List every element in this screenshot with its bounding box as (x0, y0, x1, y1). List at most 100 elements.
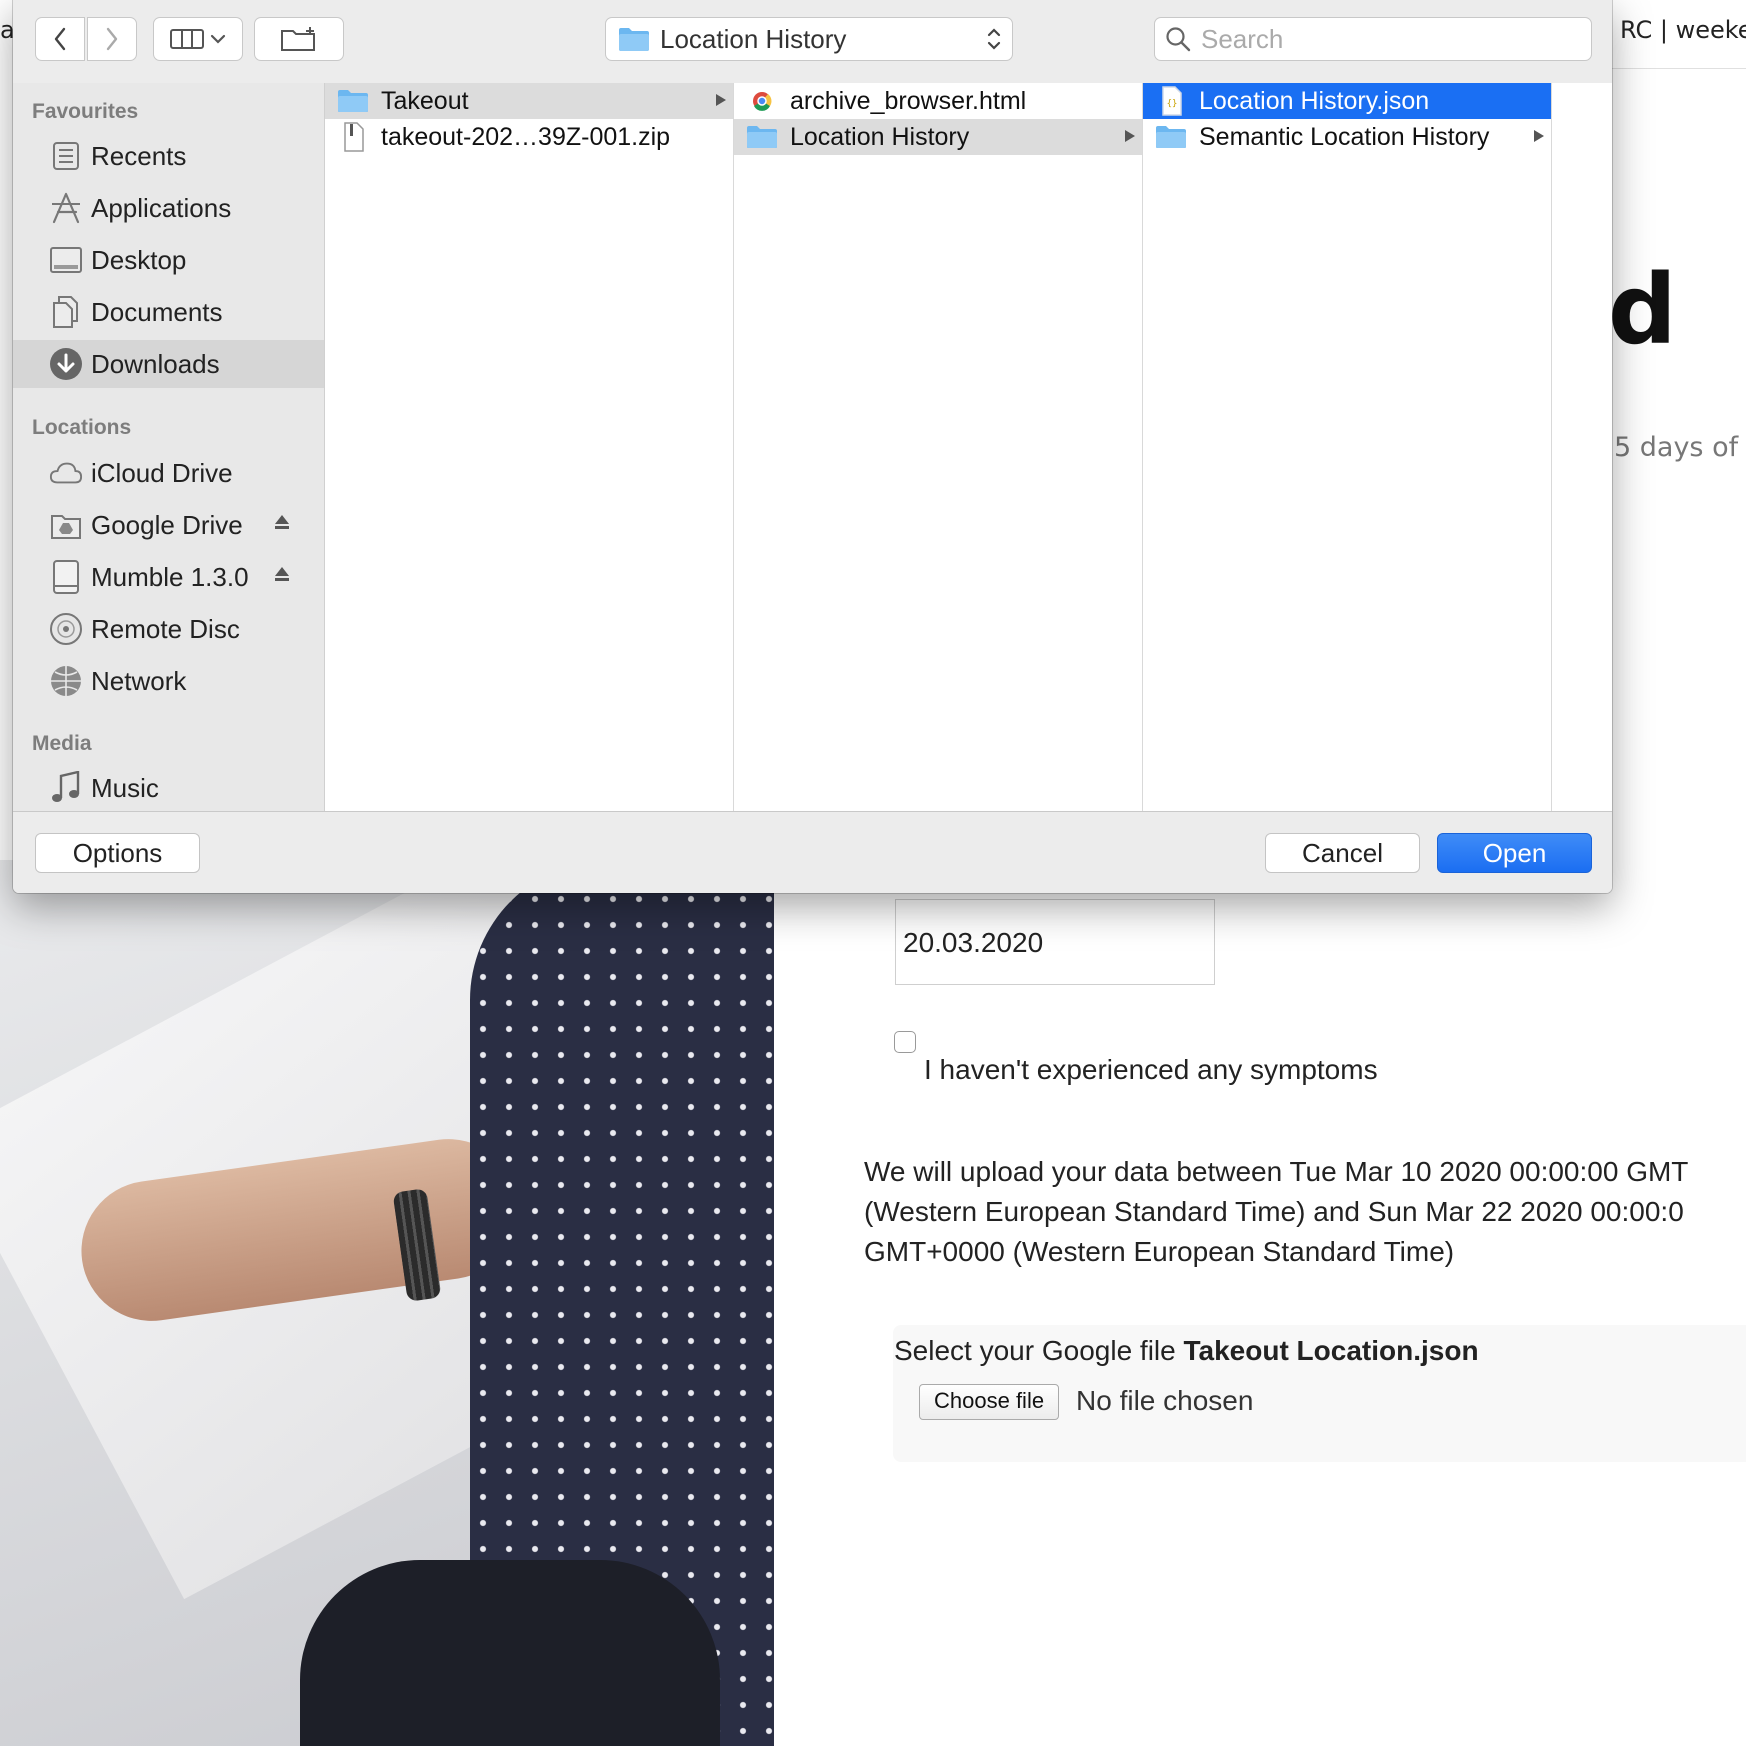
new-folder-button[interactable] (254, 17, 344, 61)
sidebar-item-label: Downloads (91, 348, 220, 379)
favourites-header: Favourites (32, 100, 139, 123)
hero-photo (0, 860, 774, 1746)
no-symptoms-checkbox[interactable] (894, 1031, 916, 1053)
up-down-chevron-icon (987, 28, 1001, 50)
sidebar-item-mumble[interactable]: Mumble 1.3.0 (13, 553, 324, 601)
sidebar-item-label: Documents (91, 296, 223, 327)
sidebar-item-music[interactable]: Music (13, 764, 324, 811)
no-symptoms-label: I haven't experienced any symptoms (924, 1054, 1378, 1085)
open-button[interactable]: Open (1437, 833, 1592, 873)
sidebar-item-icloud-drive[interactable]: iCloud Drive (13, 449, 324, 497)
folder-icon (338, 90, 368, 112)
sidebar-item-label: Network (91, 665, 187, 696)
forward-button[interactable] (87, 17, 137, 61)
chevron-right-icon (106, 27, 118, 51)
network-icon (49, 664, 83, 698)
sidebar-item-label: Google Drive (91, 509, 243, 540)
list-item-name: Location History.json (1199, 86, 1430, 115)
sidebar-item-desktop[interactable]: Desktop (13, 236, 324, 284)
sidebar-item-label: iCloud Drive (91, 457, 233, 488)
zip-file-icon (344, 122, 364, 152)
dialog-sidebar: Favourites Recents Applications Desktop … (13, 83, 325, 811)
disclosure-arrow-icon (1534, 130, 1544, 142)
sidebar-item-documents[interactable]: Documents (13, 288, 324, 336)
folder-icon (747, 126, 777, 148)
cloud-icon (49, 456, 83, 490)
sidebar-item-label: Recents (91, 140, 187, 171)
options-button[interactable]: Options (35, 833, 200, 873)
list-item-name: archive_browser.html (790, 86, 1027, 115)
dialog-toolbar: Location History (13, 0, 1612, 84)
list-item-location-history-folder[interactable]: Location History (734, 119, 1142, 155)
sidebar-item-label: Desktop (91, 244, 187, 275)
no-file-chosen-text: No file chosen (1076, 1385, 1254, 1416)
sidebar-item-remote-disc[interactable]: Remote Disc (13, 605, 324, 653)
chrome-html-icon (750, 88, 774, 114)
search-field[interactable] (1154, 17, 1592, 61)
file-prompt-text: Select your Google file (894, 1335, 1176, 1366)
applications-icon (49, 191, 83, 225)
list-item-takeout-folder[interactable]: Takeout (325, 83, 733, 119)
sidebar-item-applications[interactable]: Applications (13, 184, 324, 232)
column-1: Takeout takeout-202…39Z-001.zip (325, 83, 734, 811)
new-folder-icon (281, 27, 315, 51)
sidebar-item-label: Mumble 1.3.0 (91, 561, 249, 592)
back-button[interactable] (35, 17, 85, 61)
list-item-name: Semantic Location History (1199, 122, 1490, 151)
sidebar-item-label: Applications (91, 192, 232, 223)
recents-icon (49, 139, 83, 173)
locations-header: Locations (32, 416, 132, 439)
list-item-name: Takeout (381, 86, 469, 115)
upload-range-text: We will upload your data between Tue Mar… (864, 1156, 1689, 1267)
sidebar-item-google-drive[interactable]: Google Drive (13, 501, 324, 549)
disclosure-arrow-icon (1125, 130, 1135, 142)
svg-text:{}: {} (1167, 99, 1178, 109)
media-header: Media (32, 732, 92, 755)
column-2: archive_browser.html Location History (734, 83, 1143, 811)
documents-icon (49, 295, 83, 329)
list-item-semantic-location-history[interactable]: Semantic Location History (1143, 119, 1551, 155)
sidebar-item-recents[interactable]: Recents (13, 132, 324, 180)
column-3: {} Location History.json Semantic Locati… (1143, 83, 1552, 811)
disc-icon (49, 612, 83, 646)
cancel-button[interactable]: Cancel (1265, 833, 1420, 873)
folder-icon (619, 28, 649, 51)
search-icon (1166, 27, 1191, 52)
page-heading-fragment: d (1608, 254, 1677, 366)
music-icon (49, 771, 83, 805)
desktop-icon (49, 243, 83, 277)
date-input[interactable]: 20.03.2020 (895, 899, 1215, 985)
location-path-popup[interactable]: Location History (605, 17, 1013, 61)
choose-file-button[interactable]: Choose file (919, 1384, 1060, 1420)
eject-icon[interactable] (273, 513, 291, 535)
chevron-down-icon (210, 34, 226, 44)
file-prompt: Select your Google file Takeout Location… (894, 1335, 1479, 1367)
chevron-left-icon (54, 27, 66, 51)
photo-chair (300, 1560, 720, 1746)
open-file-dialog: Location History Favourites Recents Appl… (13, 0, 1612, 893)
list-item-name: takeout-202…39Z-001.zip (381, 122, 671, 151)
downloads-icon (49, 347, 83, 381)
disk-icon (49, 560, 83, 594)
view-mode-button[interactable] (153, 17, 243, 61)
columns-view-icon (170, 29, 204, 49)
browser-tab-title[interactable]: RC | weeke (1620, 16, 1746, 44)
location-path-label: Location History (660, 23, 847, 54)
list-item-archive-browser[interactable]: archive_browser.html (734, 83, 1142, 119)
list-item-name: Location History (790, 122, 970, 151)
list-item-location-history-json[interactable]: {} Location History.json (1143, 83, 1551, 119)
list-item-zip-file[interactable]: takeout-202…39Z-001.zip (325, 119, 733, 155)
disclosure-arrow-icon (716, 94, 726, 106)
json-file-icon: {} (1162, 86, 1182, 116)
file-prompt-filename: Takeout Location.json (1183, 1335, 1479, 1366)
column-browser: Takeout takeout-202…39Z-001.zip archive_… (325, 83, 1612, 811)
sidebar-item-downloads[interactable]: Downloads (13, 340, 324, 388)
search-input[interactable] (1199, 22, 1563, 56)
google-drive-icon (49, 508, 83, 542)
dialog-footer: Options Cancel Open (13, 811, 1612, 893)
eject-icon[interactable] (273, 565, 291, 587)
sidebar-item-label: Remote Disc (91, 613, 240, 644)
folder-icon (1156, 126, 1186, 148)
sidebar-item-network[interactable]: Network (13, 657, 324, 705)
page-subtitle-fragment: 5 days of (1614, 432, 1739, 463)
